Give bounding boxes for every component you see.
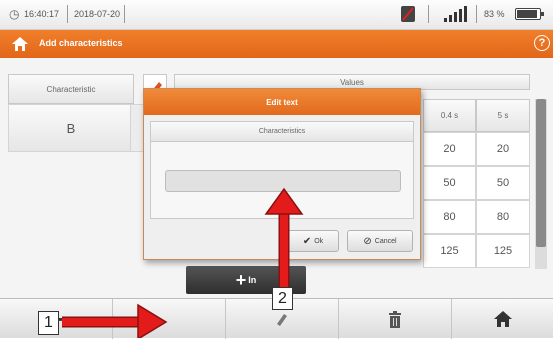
annotation-label-2: 2 [272, 287, 293, 310]
annotation-label-1: 1 [38, 311, 59, 335]
annotation-arrow-up [264, 187, 304, 290]
annotation-arrow-right [62, 303, 168, 338]
